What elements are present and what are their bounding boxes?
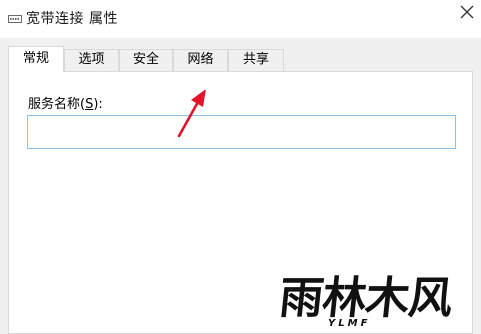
tab-networking[interactable]: 网络 (173, 49, 228, 71)
close-icon (460, 5, 474, 19)
service-name-input[interactable] (27, 115, 456, 149)
red-arrow-annotation (177, 90, 206, 138)
title-bar: 宽带连接 属性 (0, 0, 481, 38)
tab-security[interactable]: 安全 (119, 49, 173, 71)
close-button[interactable] (453, 0, 481, 28)
watermark-logo: 雨林木风 (276, 273, 455, 324)
tab-sharing[interactable]: 共享 (228, 49, 284, 71)
window-title: 宽带连接 属性 (26, 11, 118, 27)
tab-options[interactable]: 选项 (64, 49, 119, 71)
tab-general[interactable]: 常规 (8, 46, 64, 72)
watermark-subtext: YLMF (328, 318, 371, 329)
service-name-label: 服务名称(S): (28, 97, 103, 112)
broadband-connection-icon (8, 15, 22, 23)
